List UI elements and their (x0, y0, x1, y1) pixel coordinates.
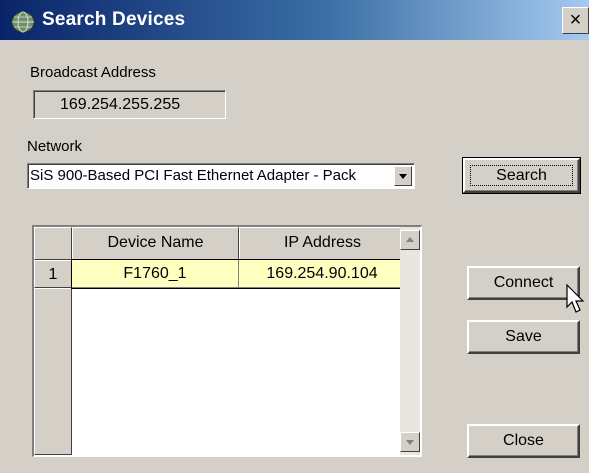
table-row[interactable]: F1760_1 169.254.90.104 (71, 259, 407, 289)
scroll-up-button[interactable] (400, 230, 420, 250)
table-corner-header (34, 227, 72, 260)
vertical-scrollbar[interactable] (400, 227, 420, 455)
broadcast-address-label: Broadcast Address (30, 64, 156, 81)
network-select[interactable]: SiS 900-Based PCI Fast Ethernet Adapter … (27, 163, 415, 189)
arrow-down-icon (406, 440, 414, 445)
scroll-down-button[interactable] (400, 432, 420, 452)
save-button-label: Save (505, 328, 542, 345)
close-window-button[interactable]: × (562, 7, 589, 34)
arrow-up-icon (406, 237, 414, 242)
cell-ip-address[interactable]: 169.254.90.104 (239, 260, 406, 288)
network-label: Network (27, 138, 83, 155)
title-bar[interactable]: Search Devices × (0, 0, 589, 40)
mouse-pointer-icon (566, 284, 585, 313)
broadcast-address-value: 169.254.255.255 (60, 96, 181, 113)
device-table[interactable]: Device Name IP Address 1 F1760_1 169.254… (32, 225, 422, 457)
save-button[interactable]: Save (467, 320, 580, 354)
network-globe-icon (11, 11, 35, 33)
network-dropdown-button[interactable] (394, 166, 412, 186)
broadcast-address-field: 169.254.255.255 (33, 90, 226, 119)
row-header-1[interactable]: 1 (34, 260, 72, 288)
row-header-empty (34, 288, 72, 455)
search-devices-dialog: Search Devices × Broadcast Address 169.2… (0, 0, 589, 473)
connect-button-label: Connect (493, 274, 554, 291)
chevron-down-icon (399, 174, 407, 179)
close-button-label: Close (503, 432, 544, 449)
search-button[interactable]: Search (462, 157, 581, 194)
network-select-value: SiS 900-Based PCI Fast Ethernet Adapter … (30, 167, 357, 184)
window-title: Search Devices (42, 9, 186, 30)
search-button-label: Search (496, 166, 547, 184)
cell-device-name[interactable]: F1760_1 (72, 260, 239, 288)
column-header-device-name[interactable]: Device Name (72, 227, 239, 260)
close-button[interactable]: Close (467, 424, 580, 458)
column-header-ip-address[interactable]: IP Address (239, 227, 406, 260)
connect-button[interactable]: Connect (467, 266, 580, 300)
